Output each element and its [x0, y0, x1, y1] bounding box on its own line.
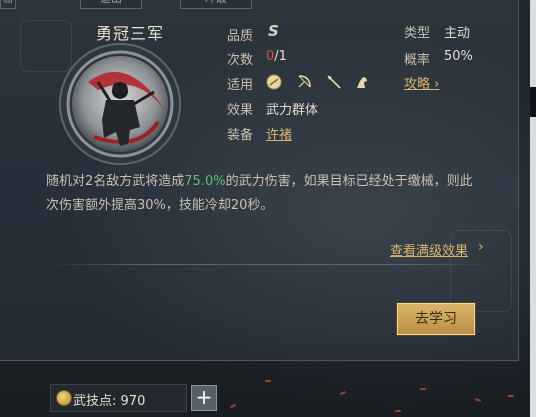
guide-link-label: 攻略	[404, 77, 431, 92]
quality-label: 品质	[227, 29, 254, 44]
horse-icon	[357, 77, 367, 88]
type-label: 类型	[404, 26, 431, 41]
full-effect-link[interactable]: 查看满级效果	[390, 240, 468, 259]
shield-icon	[266, 74, 282, 90]
skill-points-label: 武技点:	[73, 394, 117, 409]
description-highlight: 75.0%	[184, 174, 226, 189]
chevron-right-icon: ›	[430, 77, 440, 92]
chevron-right-icon: ›	[478, 239, 484, 255]
tab-right-partial[interactable]: 冲破	[180, 0, 252, 9]
portrait-art	[59, 43, 181, 165]
skill-points-text: 武技点: 970	[73, 390, 145, 409]
ember-particle	[420, 388, 426, 390]
tab-left-partial[interactable]: 易	[0, 0, 16, 9]
applies-label: 适用	[227, 78, 254, 93]
skill-description: 随机对2名敌方武将造成75.0%的武力伤害，如果目标已经处于缴械，则此次伤害额外…	[46, 170, 476, 218]
bow-icon	[298, 75, 311, 88]
effect-label: 效果	[227, 103, 254, 118]
skill-points-value: 970	[120, 394, 146, 409]
effect-value: 武力群体	[266, 103, 319, 118]
uses-label: 次数	[227, 53, 254, 68]
coin-icon	[56, 390, 72, 406]
rate-value: 50%	[444, 49, 473, 64]
ember-particle	[508, 395, 514, 397]
tab-label: 易	[3, 0, 14, 5]
ember-particle	[395, 410, 401, 412]
tab-middle-partial[interactable]: 速出	[80, 0, 142, 9]
rate-label: 概率	[404, 53, 431, 68]
spear-icon	[327, 75, 341, 89]
quality-value: S	[268, 22, 279, 40]
uses-value: 0/1	[266, 49, 287, 64]
tab-label: 速出	[100, 0, 122, 5]
add-points-button[interactable]: +	[191, 385, 217, 411]
description-part1: 随机对2名敌方武将造成	[46, 174, 185, 189]
learn-button[interactable]: 去学习	[397, 303, 475, 335]
tab-label: 冲破	[205, 0, 227, 5]
guide-link[interactable]: 攻略 ›	[404, 73, 439, 92]
equip-label: 装备	[227, 128, 254, 143]
edge-dark-block	[530, 87, 536, 117]
uses-total: /1	[274, 49, 287, 64]
adjacent-window-edge	[530, 0, 536, 417]
skill-name: 勇冠三军	[95, 24, 164, 43]
skill-portrait	[58, 42, 182, 166]
equipped-general-link[interactable]: 许褚	[266, 124, 292, 143]
divider	[46, 264, 496, 265]
type-value: 主动	[444, 26, 471, 41]
ember-particle	[265, 380, 271, 382]
